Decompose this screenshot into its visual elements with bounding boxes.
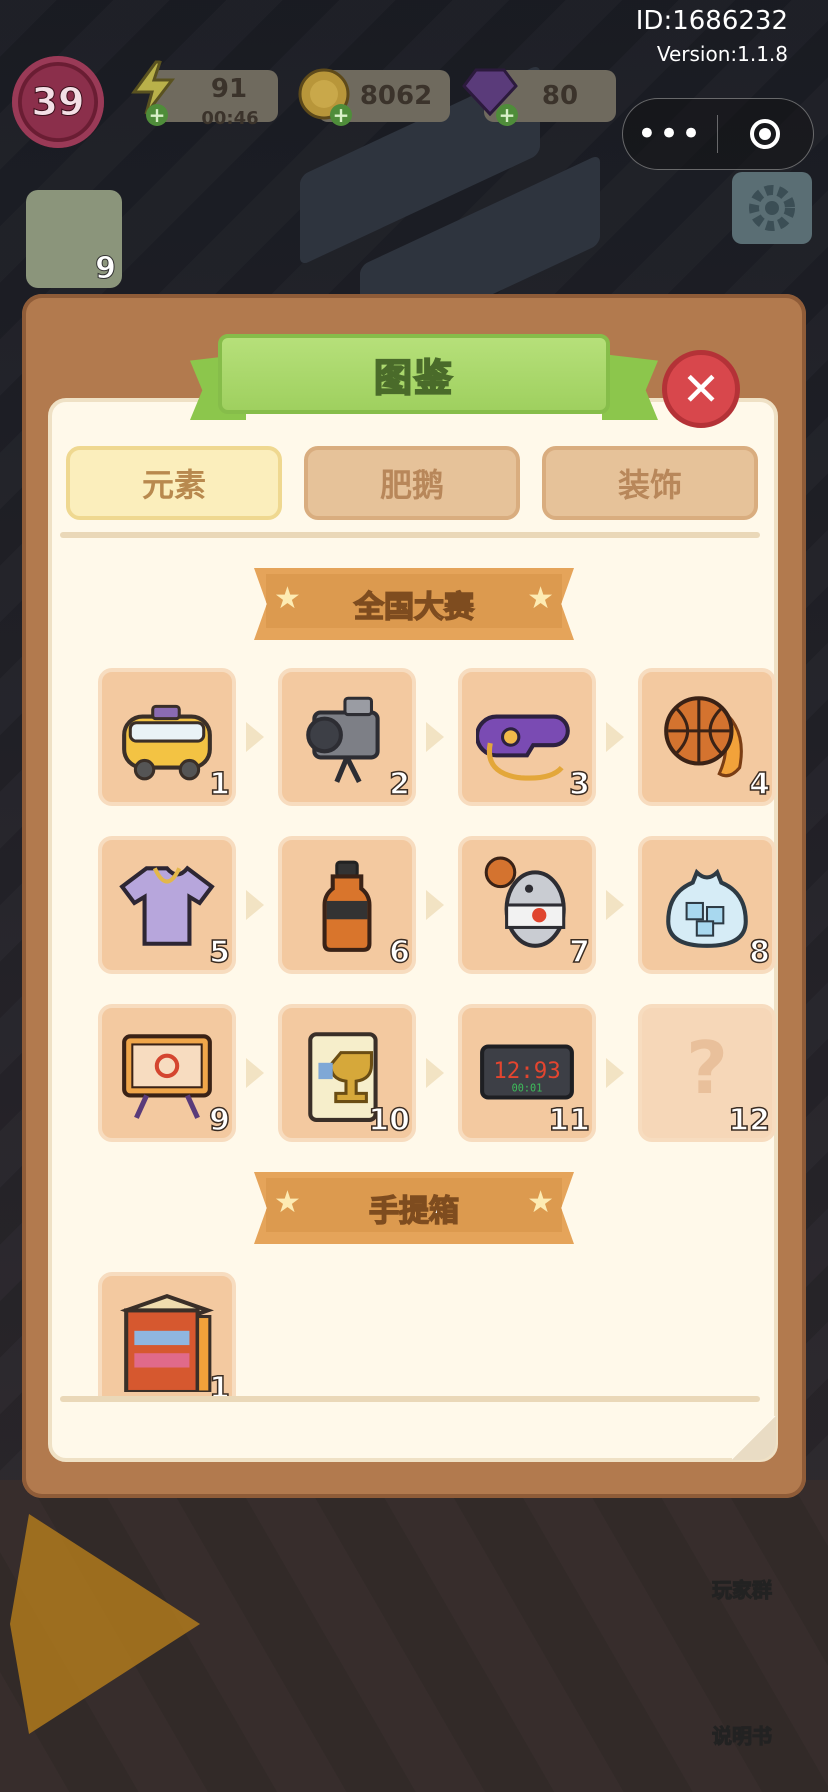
item-cell[interactable]: 12:93 00:01 11 (458, 1004, 596, 1142)
video-camera-icon (306, 696, 380, 784)
item-number: 12 (728, 1102, 771, 1139)
gem-value: 80 (541, 81, 579, 111)
player-id: ID:1686232 (635, 6, 788, 36)
item-cell[interactable]: 8 (638, 836, 776, 974)
item-cell[interactable]: 3 (458, 668, 596, 806)
energy-value: 91 (210, 74, 248, 104)
chevron-right-icon (606, 1058, 624, 1088)
close-program-button[interactable] (718, 119, 812, 149)
version-label: Version:1.1.8 (656, 42, 788, 66)
players-group-button[interactable]: 玩家群 (712, 1574, 773, 1603)
chevron-right-icon (426, 722, 444, 752)
item-cell[interactable]: 5 (98, 836, 236, 974)
manual-button[interactable]: 说明书 (712, 1720, 773, 1749)
jersey-icon (119, 865, 215, 946)
coin-value: 8062 (359, 81, 433, 111)
tab-geese[interactable]: 肥鹅 (304, 446, 520, 520)
tabs-divider (60, 532, 760, 538)
chevron-right-icon (606, 722, 624, 752)
svg-text:12:93: 12:93 (493, 1058, 561, 1084)
more-menu-button[interactable]: ••• (623, 99, 717, 169)
collection-modal: 图鉴 ✕ 元素 肥鹅 装饰 ★ 全国大赛 ★ 1 2 3 4 5 6 7 8 9… (22, 294, 806, 1498)
settings-gear-button[interactable] (732, 172, 812, 244)
item-number: 9 (208, 1102, 230, 1139)
item-cell[interactable]: 10 (278, 1004, 416, 1142)
add-energy-icon[interactable]: + (146, 104, 168, 126)
modal-title: 图鉴 (373, 355, 454, 401)
tab-elements[interactable]: 元素 (66, 446, 282, 520)
modal-title-banner: 图鉴 (218, 334, 610, 414)
item-number: 3 (568, 766, 590, 803)
player-level: 39 (31, 80, 85, 125)
locked-item-cell[interactable]: ? 12 (638, 1004, 776, 1142)
ice-bag-icon (666, 868, 748, 948)
energy-timer: 00:46 (201, 108, 259, 129)
item-cell[interactable]: 2 (278, 668, 416, 806)
close-button[interactable]: ✕ (662, 350, 740, 428)
scroll-bottom-divider (60, 1396, 760, 1402)
tactics-board-icon (122, 1034, 212, 1119)
yellow-van-icon (122, 704, 212, 781)
section-title: 手提箱 (368, 1193, 460, 1230)
question-mark-icon: ? (686, 1026, 728, 1110)
mini-program-capsule: ••• (622, 98, 814, 170)
target-icon (750, 119, 780, 149)
category-tabs: 元素 肥鹅 装饰 (66, 446, 758, 522)
star-icon: ★ (274, 1185, 301, 1220)
item-number: 1 (208, 1370, 230, 1396)
item-cell[interactable]: 9 (98, 1004, 236, 1142)
sports-drink-icon (322, 860, 372, 952)
chevron-right-icon (246, 1058, 264, 1088)
player-level-badge[interactable]: 39 (12, 56, 104, 148)
item-number: 8 (748, 934, 770, 971)
section-title: 全国大赛 (353, 589, 475, 626)
whistle-icon (476, 714, 570, 781)
chevron-right-icon (606, 890, 624, 920)
item-cell[interactable]: 1 (98, 1272, 236, 1396)
star-icon: ★ (527, 581, 554, 616)
star-icon: ★ (274, 581, 301, 616)
item-number: 4 (748, 766, 770, 803)
item-number: 1 (208, 766, 230, 803)
clipboard-task-card[interactable]: 9 (26, 190, 122, 288)
item-number: 6 (388, 934, 410, 971)
svg-text:00:01: 00:01 (512, 1083, 543, 1094)
shoe-cabinet-icon (120, 1293, 214, 1392)
paper-curl (732, 1416, 776, 1460)
add-coins-icon[interactable]: + (330, 104, 352, 126)
chevron-right-icon (246, 722, 264, 752)
clip-count: 9 (95, 251, 117, 287)
tab-decorations[interactable]: 装饰 (542, 446, 758, 520)
title-ribbon-right (602, 354, 658, 420)
item-cell[interactable]: 4 (638, 668, 776, 806)
item-cell[interactable]: 1 (98, 668, 236, 806)
item-number: 5 (208, 934, 230, 971)
chevron-right-icon (426, 1058, 444, 1088)
section-banner-national-contest: ★ 全国大赛 ★ (254, 568, 574, 640)
mascot-fish-icon (484, 856, 566, 948)
item-number: 7 (568, 934, 590, 971)
item-number: 10 (368, 1102, 411, 1139)
section-banner-suitcase: ★ 手提箱 ★ (254, 1172, 574, 1244)
add-gems-icon[interactable]: + (496, 104, 518, 126)
chevron-right-icon (426, 890, 444, 920)
chevron-right-icon (246, 890, 264, 920)
item-grid-suitcase: 1 (74, 1272, 754, 1396)
item-number: 2 (388, 766, 410, 803)
close-icon: ✕ (681, 362, 721, 416)
item-cell[interactable]: 6 (278, 836, 416, 974)
flaming-basketball-icon (664, 696, 743, 778)
item-cell[interactable]: 7 (458, 836, 596, 974)
gear-icon (749, 185, 795, 231)
star-icon: ★ (527, 1185, 554, 1220)
item-number: 11 (548, 1102, 591, 1139)
